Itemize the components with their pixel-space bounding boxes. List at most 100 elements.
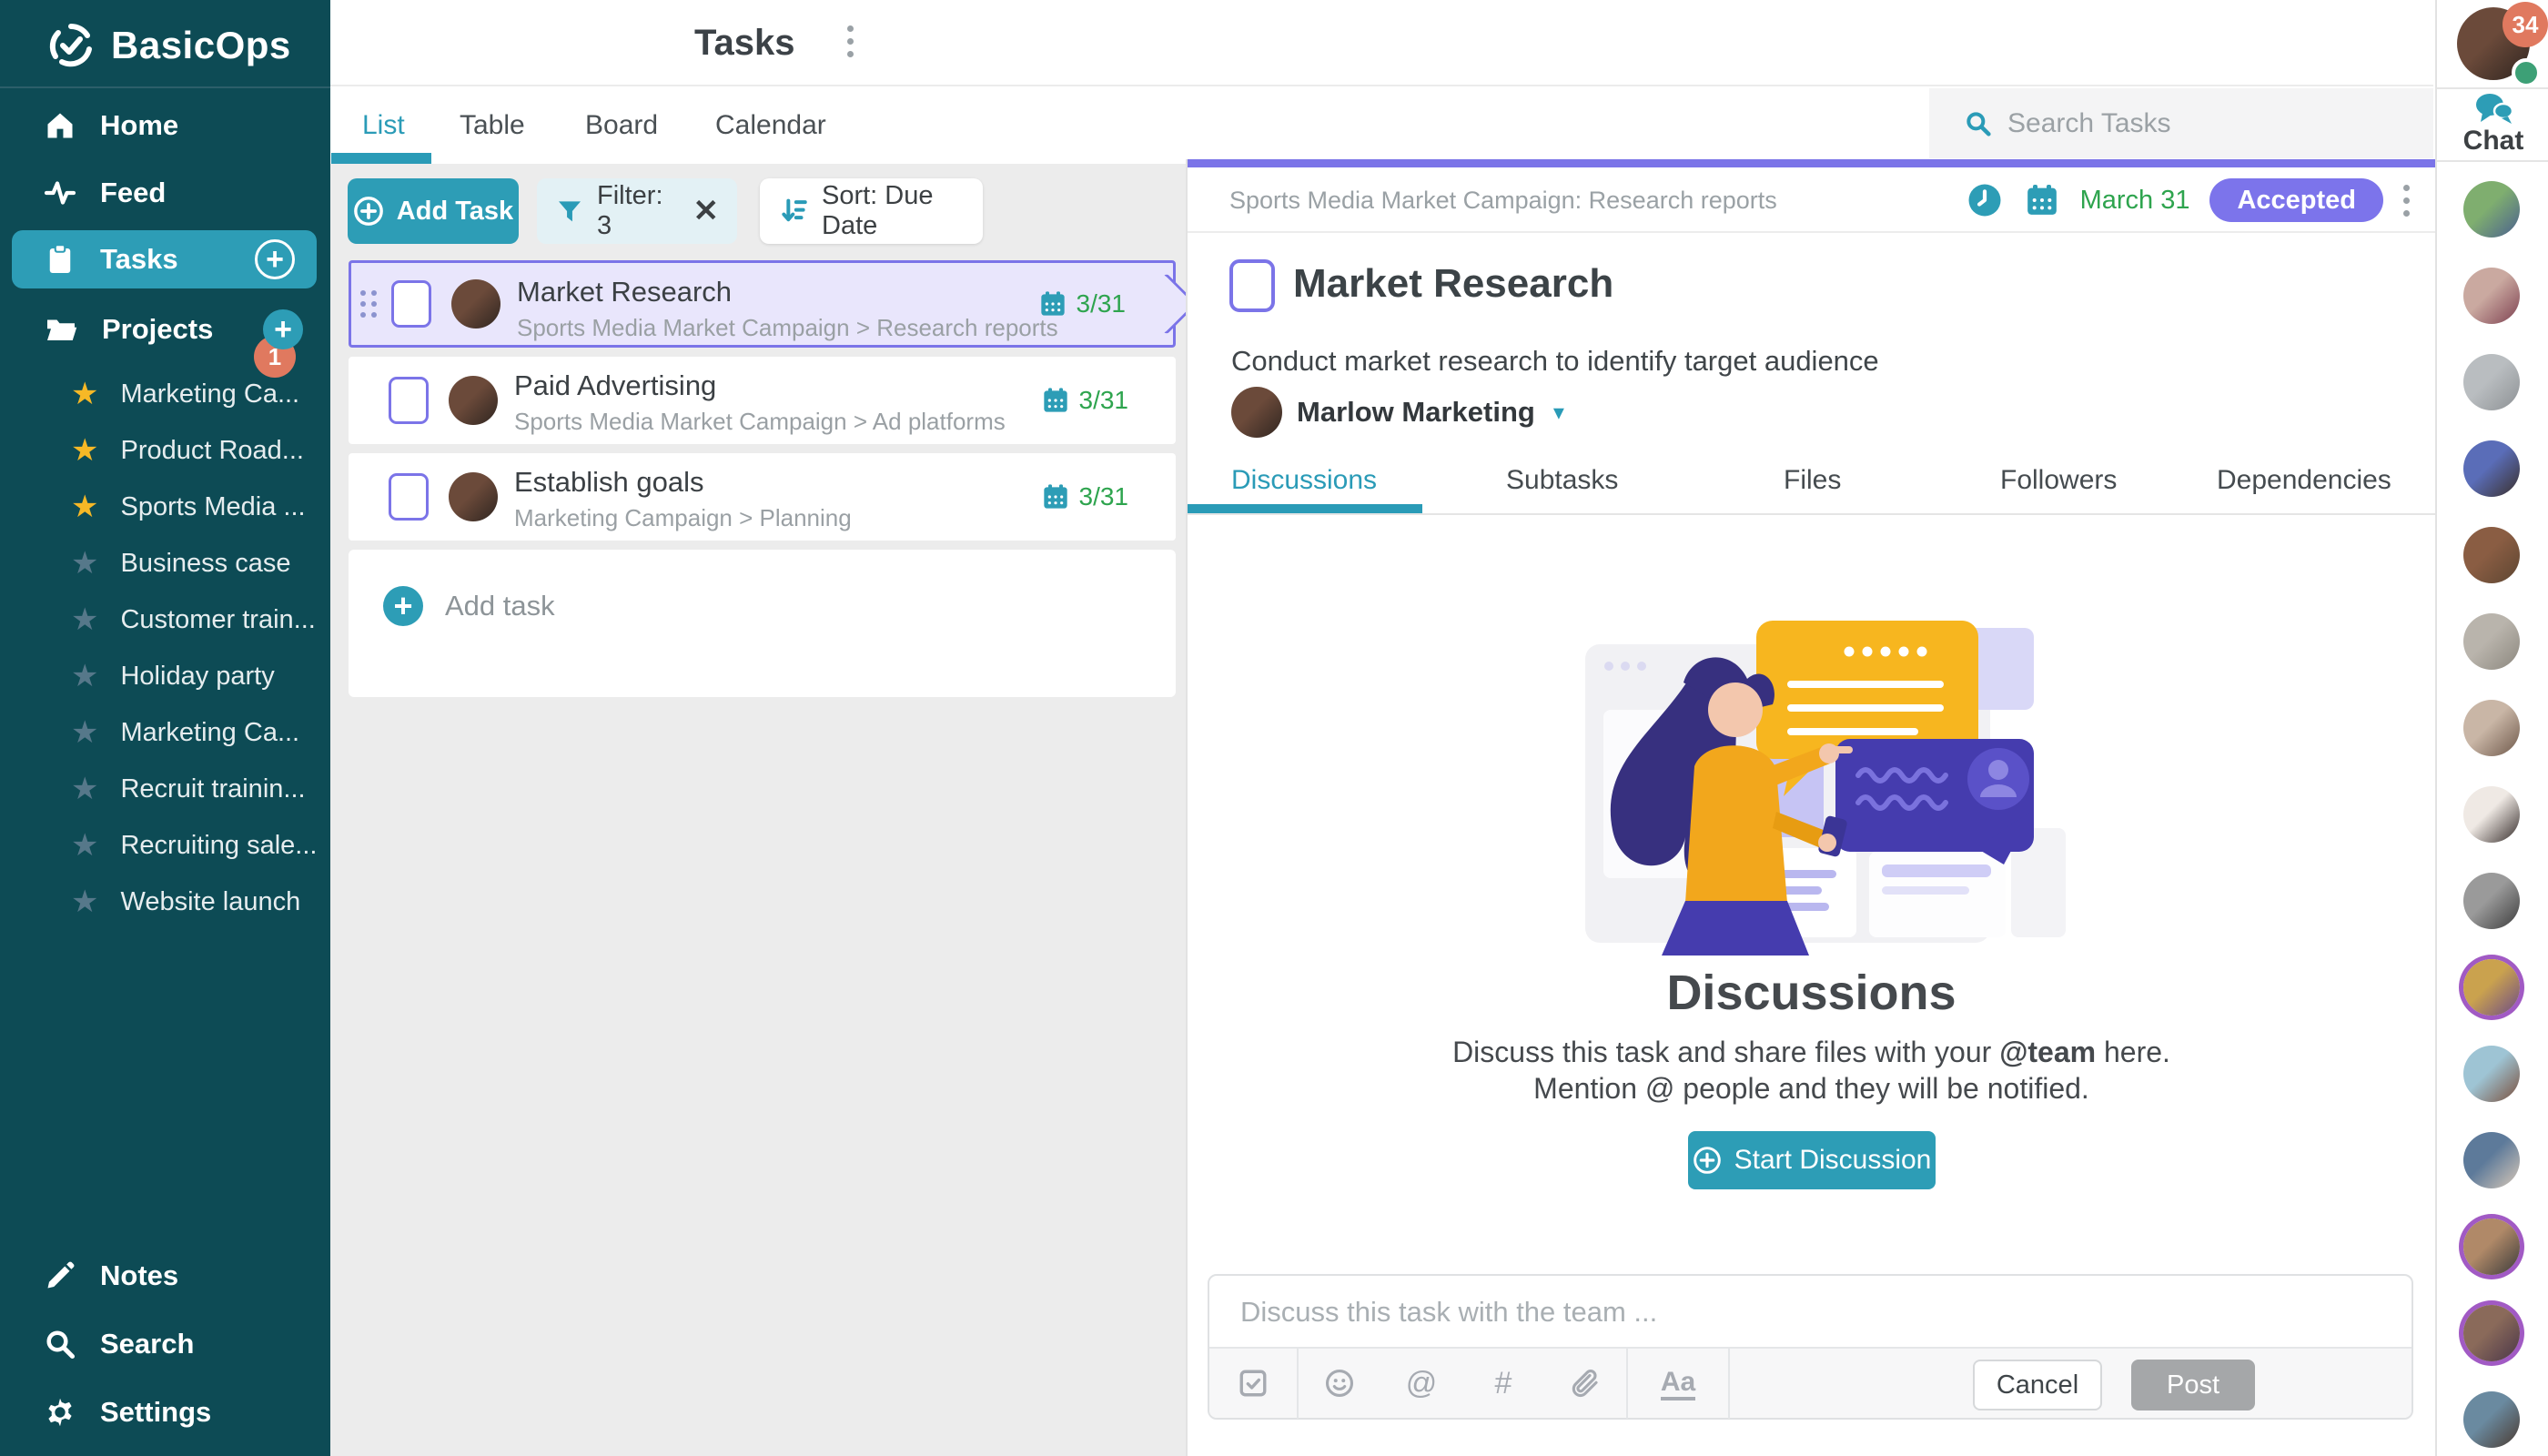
- search-tasks-input[interactable]: [2007, 108, 2390, 139]
- text-format-icon[interactable]: Aa: [1628, 1367, 1728, 1400]
- tab-followers[interactable]: Followers: [2000, 450, 2117, 511]
- chat-member-avatar[interactable]: [2463, 786, 2520, 843]
- sidebar-project-item[interactable]: ★Marketing Ca...: [0, 366, 330, 422]
- detail-menu-icon[interactable]: [2403, 185, 2410, 217]
- plus-circle-icon: [353, 196, 384, 227]
- emoji-icon[interactable]: [1299, 1368, 1380, 1399]
- chat-member-avatar[interactable]: [2463, 959, 2520, 1016]
- star-icon[interactable]: ★: [71, 661, 98, 692]
- start-discussion-button[interactable]: Start Discussion: [1688, 1131, 1936, 1189]
- clear-filter-icon[interactable]: ✕: [693, 193, 720, 229]
- logo[interactable]: BasicOps: [47, 20, 291, 71]
- filter-chip[interactable]: Filter: 3 ✕: [537, 178, 737, 244]
- chat-member-avatar[interactable]: [2463, 613, 2520, 670]
- chat-member-avatar[interactable]: [2463, 440, 2520, 497]
- sidebar-project-item[interactable]: ★Recruiting sale...: [0, 817, 330, 874]
- project-label: Product Road...: [120, 436, 304, 466]
- sidebar-project-item[interactable]: ★ Customer train...: [0, 592, 330, 648]
- star-icon[interactable]: ★: [71, 604, 98, 635]
- tab-discussions[interactable]: Discussions: [1231, 450, 1377, 511]
- star-icon[interactable]: ★: [71, 774, 98, 804]
- tab-table[interactable]: Table: [460, 86, 525, 164]
- toolbar-divider: [1728, 1348, 1730, 1419]
- tab-dependencies[interactable]: Dependencies: [2217, 450, 2391, 511]
- task-checkbox[interactable]: [389, 473, 429, 521]
- page-menu-icon[interactable]: [847, 25, 854, 57]
- chat-member-avatar[interactable]: [2463, 1046, 2520, 1102]
- assignee-selector[interactable]: Marlow Marketing ▾: [1231, 385, 1564, 440]
- sidebar-item-settings[interactable]: Settings: [0, 1383, 330, 1441]
- status-badge[interactable]: Accepted: [2209, 178, 2383, 222]
- sidebar-project-item[interactable]: ★Holiday party: [0, 648, 330, 704]
- sidebar-item-projects[interactable]: Projects +: [0, 300, 330, 359]
- clock-icon[interactable]: [1966, 181, 2004, 219]
- chat-label[interactable]: Chat: [2437, 126, 2548, 157]
- task-checkbox[interactable]: [389, 377, 429, 424]
- chat-member-avatar[interactable]: [2463, 873, 2520, 929]
- task-row-establish-goals[interactable]: Establish goals Marketing Campaign > Pla…: [349, 453, 1176, 541]
- sort-icon: [778, 196, 809, 227]
- add-task-row[interactable]: + Add task: [349, 550, 1176, 697]
- composer-input[interactable]: Discuss this task with the team ...: [1240, 1296, 1657, 1329]
- empty-state-line1: Discuss this task and share files with y…: [1188, 1036, 2435, 1069]
- sort-button[interactable]: Sort: Due Date: [760, 178, 983, 244]
- tab-calendar[interactable]: Calendar: [715, 86, 826, 164]
- active-tab-underline: [331, 153, 431, 164]
- sidebar-item-tasks[interactable]: Tasks +: [12, 230, 317, 288]
- star-icon[interactable]: ★: [71, 830, 98, 861]
- chat-member-avatar[interactable]: [2463, 268, 2520, 324]
- add-project-icon[interactable]: +: [263, 309, 303, 349]
- sidebar-divider: [0, 86, 330, 88]
- project-label: Customer train...: [120, 605, 315, 635]
- add-task-quick-icon[interactable]: +: [255, 239, 295, 279]
- project-label: Sports Media ...: [120, 492, 305, 522]
- sidebar-project-item[interactable]: ★ Sports Media ...: [0, 479, 330, 535]
- chat-member-avatar[interactable]: [2463, 527, 2520, 583]
- sidebar-project-item[interactable]: ★Marketing Ca...: [0, 704, 330, 761]
- post-button[interactable]: Post: [2131, 1360, 2255, 1410]
- hashtag-icon[interactable]: #: [1462, 1366, 1544, 1401]
- tab-subtasks[interactable]: Subtasks: [1506, 450, 1618, 511]
- attachment-icon[interactable]: [1544, 1368, 1626, 1399]
- chat-member-avatar[interactable]: [2463, 1132, 2520, 1188]
- tab-files[interactable]: Files: [1784, 450, 1841, 511]
- add-task-button[interactable]: Add Task: [348, 178, 519, 244]
- task-row-paid-advertising[interactable]: Paid Advertising Sports Media Market Cam…: [349, 357, 1176, 444]
- star-icon[interactable]: ★: [71, 379, 98, 410]
- chat-bubbles-icon[interactable]: [2472, 91, 2515, 127]
- chat-member-avatar[interactable]: [2463, 1218, 2520, 1275]
- sidebar-item-feed[interactable]: Feed 1: [0, 164, 330, 222]
- plus-circle-icon: +: [383, 586, 423, 626]
- mention-icon[interactable]: @: [1380, 1366, 1462, 1401]
- unread-count-badge: 34: [2502, 2, 2548, 47]
- chat-member-avatar[interactable]: [2463, 700, 2520, 756]
- task-checkbox[interactable]: [391, 280, 431, 328]
- detail-task-checkbox[interactable]: [1229, 259, 1275, 312]
- cancel-button[interactable]: Cancel: [1973, 1360, 2102, 1410]
- chat-member-avatar[interactable]: [2463, 354, 2520, 410]
- chat-member-avatar[interactable]: [2463, 181, 2520, 238]
- sidebar-item-notes[interactable]: Notes: [0, 1247, 330, 1305]
- line1-mention: @team: [1999, 1036, 2096, 1068]
- star-icon[interactable]: ★: [71, 717, 98, 748]
- chat-member-avatar[interactable]: [2463, 1391, 2520, 1448]
- checkbox-format-icon[interactable]: [1209, 1368, 1297, 1399]
- star-icon[interactable]: ★: [71, 548, 98, 579]
- chat-member-avatar[interactable]: [2463, 1305, 2520, 1361]
- search-icon: [44, 1328, 76, 1360]
- task-row-market-research[interactable]: Market Research Sports Media Market Camp…: [349, 260, 1176, 348]
- sidebar-item-search[interactable]: Search: [0, 1315, 330, 1373]
- sidebar-project-item[interactable]: ★ Product Road...: [0, 422, 330, 479]
- due-date-label[interactable]: March 31: [2080, 186, 2190, 216]
- star-icon[interactable]: ★: [71, 491, 98, 522]
- sidebar-item-home[interactable]: Home: [0, 96, 330, 155]
- task-list-panel: Add Task Filter: 3 ✕ Sort: Due Date: [330, 164, 1186, 1456]
- star-icon[interactable]: ★: [71, 435, 98, 466]
- sidebar-project-item[interactable]: ★Business case: [0, 535, 330, 592]
- drag-handle-icon[interactable]: [360, 290, 377, 318]
- star-icon[interactable]: ★: [71, 886, 98, 917]
- calendar-icon[interactable]: [2024, 182, 2060, 218]
- sidebar-project-item[interactable]: ★Website launch: [0, 874, 330, 930]
- sidebar-project-item[interactable]: ★Recruit trainin...: [0, 761, 330, 817]
- tab-board[interactable]: Board: [585, 86, 658, 164]
